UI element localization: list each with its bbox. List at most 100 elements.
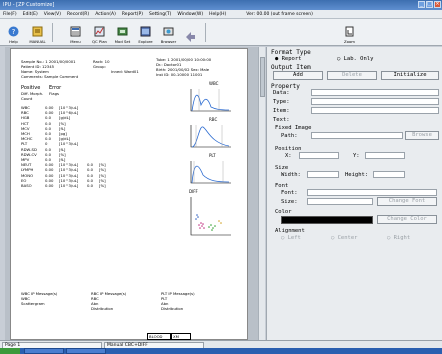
graph-label-diff: DIFF	[189, 189, 198, 194]
menu-edit[interactable]: Edit(E)	[23, 12, 38, 17]
align-left-label: Left	[287, 235, 301, 241]
mod-set-label: Mod Set	[114, 39, 131, 44]
data-select[interactable]	[311, 89, 439, 96]
add-button[interactable]: Add	[273, 71, 323, 80]
zoom-icon	[345, 26, 354, 37]
qc-plan-button[interactable]: QC Plan	[90, 21, 109, 44]
help-icon: ?	[8, 26, 19, 37]
color-swatch[interactable]	[281, 216, 373, 224]
browse-button[interactable]: Browse	[405, 131, 439, 140]
menu-icon	[70, 26, 81, 37]
menu-report[interactable]: Report(P)	[122, 12, 143, 17]
position-heading: Position	[275, 146, 302, 152]
font-heading: Font	[275, 183, 289, 189]
taskbar-app-button[interactable]	[24, 348, 64, 354]
qc-plan-label: QC Plan	[92, 39, 107, 44]
path-label: Path:	[281, 133, 298, 139]
align-left-dot: ○	[281, 235, 288, 241]
size-heading: Size	[275, 165, 289, 171]
menu-view[interactable]: View(V)	[44, 12, 61, 17]
font-size-label: Size:	[281, 199, 298, 205]
align-right-radio[interactable]: ○ Right	[387, 235, 410, 241]
align-left-radio[interactable]: ○ Left	[281, 235, 301, 241]
item-select[interactable]	[311, 107, 439, 114]
radio-report[interactable]: ● Report	[275, 56, 302, 62]
count-label: Count	[21, 96, 33, 101]
menu-window[interactable]: Window(W)	[177, 12, 203, 17]
font-field[interactable]	[307, 189, 437, 196]
help-button[interactable]: ? Help	[4, 21, 23, 44]
property-panel: Format Type ● Report ○ Lab. Only Output …	[266, 47, 442, 340]
alignment-heading: Alignment	[275, 228, 305, 234]
close-button[interactable]: ×	[434, 1, 441, 8]
explore-button[interactable]: Explore	[136, 21, 155, 44]
x-label: X:	[285, 153, 292, 159]
arrow-button[interactable]	[181, 21, 200, 44]
qc-plan-icon	[94, 26, 105, 37]
menu-setting[interactable]: Setting(T)	[149, 12, 171, 17]
wbc-histogram	[190, 89, 231, 112]
graph-label-plt: PLT	[209, 153, 216, 158]
browser-button[interactable]: Browser	[159, 21, 178, 44]
menu-record[interactable]: Record(R)	[67, 12, 89, 17]
width-field[interactable]	[307, 171, 339, 178]
canvas-scrollbar[interactable]	[258, 47, 265, 340]
manual-icon	[32, 26, 43, 37]
menu-action[interactable]: Action(A)	[95, 12, 116, 17]
width-label: Width:	[281, 172, 301, 178]
change-font-button[interactable]: Change Font	[377, 197, 437, 206]
title-bar: IPU - [ZP Customize] _ □ ×	[0, 0, 442, 10]
align-right-label: Right	[393, 235, 411, 241]
align-right-dot: ○	[387, 235, 394, 241]
output-item-heading: Output Item	[271, 64, 311, 71]
toolbar-separator	[52, 23, 53, 42]
y-label: Y:	[353, 153, 360, 159]
path-field[interactable]	[311, 132, 403, 139]
menu-file[interactable]: File(F)	[3, 12, 17, 17]
toolbar-separator	[205, 23, 206, 42]
radio-lab-only[interactable]: ○ Lab. Only	[337, 56, 373, 62]
menu-help[interactable]: Help(H)	[209, 12, 226, 17]
mod-set-button[interactable]: Mod Set	[113, 21, 132, 44]
align-center-label: Center	[337, 235, 358, 241]
delete-button[interactable]: Delete	[327, 71, 377, 80]
mod-set-icon	[117, 27, 128, 36]
scroll-thumb[interactable]	[260, 57, 265, 97]
zoom-button[interactable]: Zoom	[340, 21, 359, 44]
height-field[interactable]	[373, 171, 405, 178]
data-label: Data:	[273, 90, 290, 96]
flags-label: Flags	[49, 91, 59, 96]
change-color-button[interactable]: Change Color	[377, 215, 437, 224]
align-center-dot: ○	[331, 235, 338, 241]
font-size-field[interactable]	[307, 198, 373, 205]
format-type-heading: Format Type	[271, 49, 311, 56]
type-select[interactable]	[311, 98, 439, 105]
x-field[interactable]	[299, 152, 339, 159]
y-field[interactable]	[365, 152, 405, 159]
menu-button[interactable]: Menu	[66, 21, 85, 44]
rbc-histogram	[190, 125, 231, 148]
maximize-button[interactable]: □	[426, 1, 433, 8]
align-center-radio[interactable]: ○ Center	[331, 235, 358, 241]
graph-label-wbc: WBC	[209, 81, 219, 86]
ip-message-line: Scattergram	[21, 301, 45, 306]
browser-icon	[163, 27, 174, 36]
start-button[interactable]	[0, 348, 20, 354]
color-heading: Color	[275, 209, 292, 215]
param-pct-unit: [%]	[99, 183, 106, 188]
type-label: Type:	[273, 99, 290, 105]
report-page[interactable]: Sample No.: 1 2001/00/0001 Patient ID: 1…	[10, 48, 248, 340]
manual-label: MANUAL	[29, 39, 46, 44]
taskbar-app-button[interactable]	[66, 348, 106, 354]
initialize-button[interactable]: Initialize	[381, 71, 439, 80]
header-inned: Inned: Ward01	[111, 69, 139, 74]
footer-blood: BLOOD	[147, 333, 171, 340]
menu-bar: File(F) Edit(E) View(V) Record(R) Action…	[0, 10, 442, 19]
param-pct: 0.0	[87, 183, 94, 188]
radio-report-dot: ●	[275, 56, 282, 62]
ip-message-line: Distribution	[161, 306, 184, 311]
manual-button[interactable]: MANUAL	[28, 21, 47, 44]
header-comments: Comments: Sample Comment	[21, 74, 79, 79]
param-value: 0.00	[45, 183, 54, 188]
minimize-button[interactable]: _	[418, 1, 425, 8]
